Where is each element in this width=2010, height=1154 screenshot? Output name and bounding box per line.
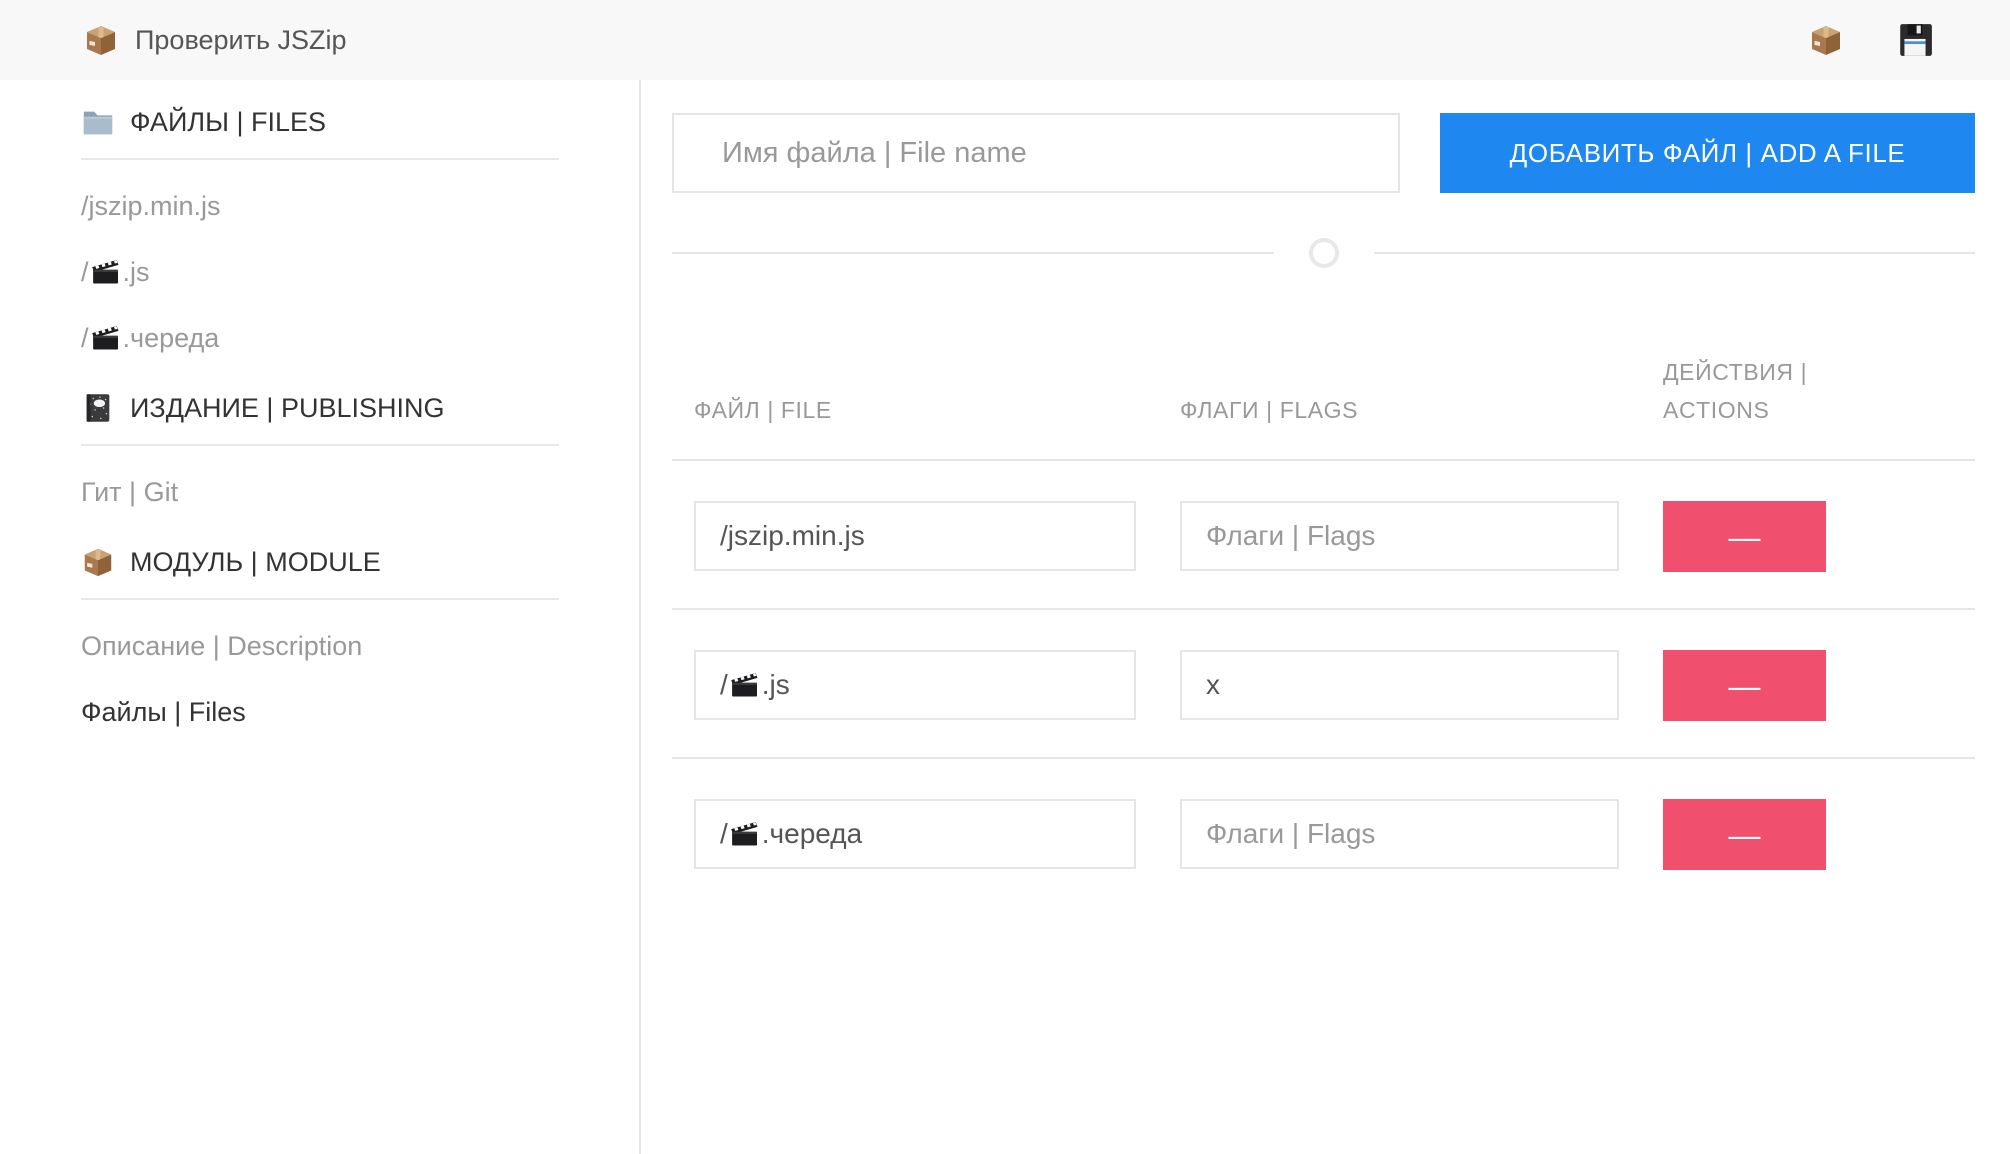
sidebar-item-jszip-min-js[interactable]: /jszip.min.js [81, 186, 559, 226]
sidebar-item-git[interactable]: Гит | Git [81, 472, 559, 512]
sidebar-item-clapper-chereda[interactable]: / .череда [81, 318, 559, 358]
app-title-text: Проверить JSZip [135, 25, 347, 56]
main-content: ДОБАВИТЬ ФАЙЛ | ADD A FILE ФАЙЛ | FILE Ф… [641, 80, 2010, 1154]
file-path-input[interactable]: / .js [694, 650, 1136, 720]
sidebar-item-description[interactable]: Описание | Description [81, 626, 559, 666]
flags-input[interactable] [1180, 650, 1619, 720]
sidebar-item-label: .череда [123, 318, 220, 358]
sidebar-heading-label: ИЗДАНИЕ | PUBLISHING [130, 388, 444, 428]
folder-icon [81, 105, 115, 139]
file-path-value: .js [762, 669, 790, 701]
files-table-header: ФАЙЛ | FILE ФЛАГИ | FLAGS ДЕЙСТВИЯ | ACT… [672, 318, 1975, 461]
sidebar-item-label: Гит | Git [81, 472, 178, 512]
sidebar-item-label: /jszip.min.js [81, 186, 221, 226]
sidebar-divider [81, 598, 559, 600]
flags-input[interactable] [1180, 501, 1619, 571]
column-header-flags: ФЛАГИ | FLAGS [1158, 318, 1641, 459]
column-header-file: ФАЙЛ | FILE [672, 318, 1158, 459]
save-floppy-icon[interactable] [1896, 21, 1934, 59]
sidebar-heading-module: МОДУЛЬ | MODULE [81, 542, 559, 582]
clapper-icon [729, 669, 761, 701]
sidebar-item-files-active[interactable]: Файлы | Files [81, 692, 559, 732]
sidebar-item-label: Описание | Description [81, 626, 362, 666]
sidebar-heading-files: ФАЙЛЫ | FILES [81, 102, 559, 142]
clapper-icon [90, 322, 122, 354]
package-icon [81, 545, 115, 579]
app-header: Проверить JSZip [0, 0, 2010, 80]
sidebar-item-label: Файлы | Files [81, 692, 246, 732]
app-title: Проверить JSZip [83, 22, 347, 58]
add-file-button[interactable]: ДОБАВИТЬ ФАЙЛ | ADD A FILE [1440, 113, 1975, 193]
sidebar: ФАЙЛЫ | FILES /jszip.min.js / .js / .чер… [0, 80, 641, 1154]
sidebar-heading-label: ФАЙЛЫ | FILES [130, 102, 326, 142]
sidebar-item-label: .js [123, 252, 150, 292]
divider-with-spinner [672, 238, 1975, 268]
clapper-icon [729, 818, 761, 850]
sidebar-section-publishing: ИЗДАНИЕ | PUBLISHING Гит | Git [81, 388, 559, 512]
loading-spinner-ring [1309, 238, 1339, 268]
sidebar-heading-publishing: ИЗДАНИЕ | PUBLISHING [81, 388, 559, 428]
file-path-value: .череда [762, 818, 862, 850]
remove-file-button[interactable]: — [1663, 650, 1826, 721]
notebook-icon [81, 391, 115, 425]
add-file-form: ДОБАВИТЬ ФАЙЛ | ADD A FILE [672, 113, 1975, 193]
remove-file-button[interactable]: — [1663, 501, 1826, 572]
sidebar-section-module: МОДУЛЬ | MODULE Описание | Description Ф… [81, 542, 559, 732]
file-path-value: / [720, 818, 728, 850]
column-header-actions: ДЕЙСТВИЯ | ACTIONS [1641, 318, 1975, 459]
table-row: /jszip.min.js — [672, 461, 1975, 610]
sidebar-section-files: ФАЙЛЫ | FILES /jszip.min.js / .js / .чер… [81, 102, 559, 358]
file-path-value: /jszip.min.js [720, 520, 865, 552]
file-path-input[interactable]: / .череда [694, 799, 1136, 869]
remove-file-button[interactable]: — [1663, 799, 1826, 870]
clapper-icon [90, 256, 122, 288]
file-name-input[interactable] [672, 113, 1400, 193]
files-table: ФАЙЛ | FILE ФЛАГИ | FLAGS ДЕЙСТВИЯ | ACT… [672, 318, 1975, 906]
flags-input[interactable] [1180, 799, 1619, 869]
sidebar-divider [81, 158, 559, 160]
divider-line [1374, 252, 1976, 254]
table-row: / .js — [672, 610, 1975, 759]
package-icon [83, 22, 119, 58]
header-actions [1808, 21, 1934, 59]
sidebar-item-clapper-js[interactable]: / .js [81, 252, 559, 292]
divider-line [672, 252, 1274, 254]
package-icon[interactable] [1808, 22, 1844, 58]
table-row: / .череда — [672, 759, 1975, 906]
sidebar-divider [81, 444, 559, 446]
file-path-value: / [720, 669, 728, 701]
sidebar-heading-label: МОДУЛЬ | MODULE [130, 542, 381, 582]
file-path-input[interactable]: /jszip.min.js [694, 501, 1136, 571]
sidebar-item-label: / [81, 318, 89, 358]
sidebar-item-label: / [81, 252, 89, 292]
